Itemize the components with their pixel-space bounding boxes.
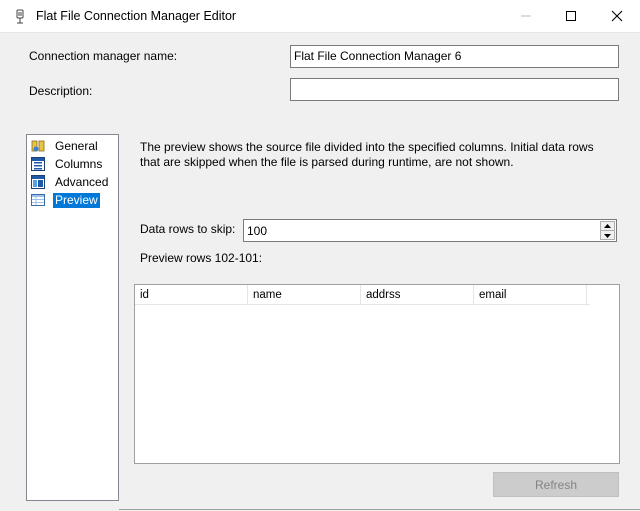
preview-grid[interactable]: id name addrss email (134, 284, 620, 464)
nav-item-general[interactable]: General (31, 138, 100, 154)
skip-rows-stepper[interactable]: 100 (243, 219, 617, 242)
skip-rows-label: Data rows to skip: (140, 222, 236, 236)
nav-item-columns[interactable]: Columns (31, 156, 104, 172)
page-navigation: General Columns Advanced Preview (26, 134, 119, 501)
columns-icon (31, 157, 45, 171)
skip-rows-value: 100 (247, 224, 268, 238)
preview-icon (31, 193, 45, 207)
app-icon (14, 9, 26, 25)
divider (119, 509, 640, 510)
column-header-addrss[interactable]: addrss (361, 285, 474, 305)
name-label: Connection manager name: (29, 49, 178, 63)
window-title: Flat File Connection Manager Editor (36, 9, 237, 23)
description-field[interactable] (290, 78, 619, 101)
general-icon (31, 139, 45, 153)
advanced-icon (31, 175, 45, 189)
nav-item-label: Columns (55, 156, 103, 171)
nav-item-label: General (55, 138, 98, 153)
stepper-buttons (600, 221, 615, 240)
nav-item-label: Preview (53, 192, 100, 208)
close-button[interactable] (594, 0, 640, 32)
maximize-button[interactable] (548, 0, 594, 32)
preview-rows-label: Preview rows 102-101: (140, 251, 263, 265)
nav-item-preview[interactable]: Preview (31, 192, 100, 208)
name-field[interactable]: Flat File Connection Manager 6 (290, 45, 619, 68)
grid-header: id name addrss email (135, 285, 590, 305)
description-label: Description: (29, 84, 93, 98)
column-header-id[interactable]: id (135, 285, 248, 305)
title-bar: Flat File Connection Manager Editor (0, 0, 640, 33)
refresh-button[interactable]: Refresh (493, 472, 619, 497)
column-header-email[interactable]: email (474, 285, 587, 305)
column-header-name[interactable]: name (248, 285, 361, 305)
nav-item-advanced[interactable]: Advanced (31, 174, 110, 190)
minimize-button[interactable] (503, 0, 549, 32)
stepper-up-button[interactable] (601, 222, 614, 231)
nav-item-label: Advanced (55, 174, 109, 189)
stepper-down-button[interactable] (601, 231, 614, 240)
preview-description: The preview shows the source file divide… (140, 140, 594, 169)
